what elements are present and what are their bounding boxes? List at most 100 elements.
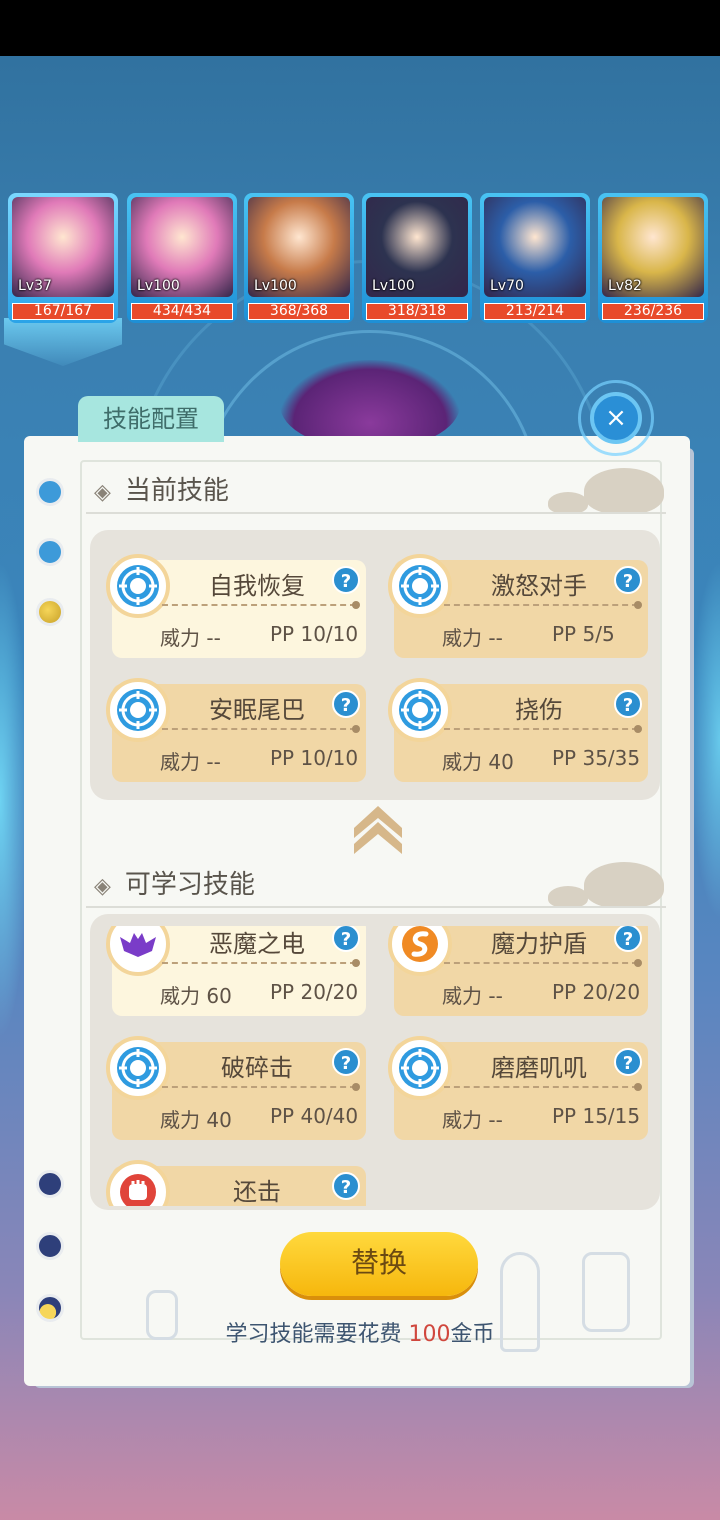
skill-power: 威力 -- bbox=[160, 750, 221, 774]
team-pet-card[interactable]: Lv100 368/368 bbox=[244, 193, 354, 323]
skill-pp: PP 35/35 bbox=[552, 746, 641, 770]
skill-divider bbox=[444, 725, 642, 733]
skill-card[interactable]: 还击? bbox=[106, 1160, 366, 1206]
blue-target-icon bbox=[115, 1045, 161, 1091]
team-pet-card[interactable]: Lv100 434/434 bbox=[127, 193, 237, 323]
skill-icon-frame bbox=[388, 926, 452, 976]
skill-divider bbox=[162, 1083, 360, 1091]
status-bar bbox=[0, 0, 720, 56]
help-icon[interactable]: ? bbox=[332, 690, 360, 718]
skill-name: 激怒对手 bbox=[491, 572, 587, 600]
skill-icon-frame bbox=[106, 678, 170, 742]
blue-target-icon bbox=[397, 1045, 443, 1091]
pet-card-frame: Lv100 368/368 bbox=[244, 193, 354, 323]
team-pet-card[interactable]: Lv70 213/214 bbox=[480, 193, 590, 323]
skill-divider bbox=[162, 601, 360, 609]
panel-tab-title: 技能配置 bbox=[78, 396, 224, 442]
diamond-chevron-icon: ◈ bbox=[94, 480, 111, 505]
help-icon[interactable]: ? bbox=[614, 1048, 642, 1076]
help-icon[interactable]: ? bbox=[332, 926, 360, 952]
skill-card[interactable]: 磨磨叽叽? 威力 -- PP 15/15 bbox=[388, 1036, 648, 1140]
skill-icon-frame bbox=[388, 1036, 452, 1100]
skill-card[interactable]: 挠伤? 威力 40 PP 35/35 bbox=[388, 678, 648, 782]
close-button[interactable]: × bbox=[590, 392, 642, 444]
section-divider bbox=[86, 512, 666, 514]
skill-pp: PP 40/40 bbox=[270, 1104, 359, 1128]
learn-cost-prefix: 学习技能需要花费 bbox=[225, 1322, 409, 1347]
peeking-eyes-decoration bbox=[548, 862, 664, 908]
skill-card[interactable]: 自我恢复? 威力 -- PP 10/10 bbox=[106, 554, 366, 658]
pet-level: Lv100 bbox=[254, 278, 297, 294]
skill-name: 安眠尾巴 bbox=[209, 696, 305, 724]
team-pet-card[interactable]: Lv82 236/236 bbox=[598, 193, 708, 323]
binder-ring bbox=[36, 1232, 64, 1260]
help-icon[interactable]: ? bbox=[614, 690, 642, 718]
skill-power: 威力 60 bbox=[160, 984, 232, 1008]
pet-level: Lv37 bbox=[18, 278, 52, 294]
skill-name: 恶魔之电 bbox=[209, 930, 305, 958]
pet-hp-bar: 368/368 bbox=[248, 303, 350, 320]
chevron-up-icon[interactable] bbox=[350, 796, 406, 856]
blue-target-icon bbox=[115, 563, 161, 609]
learnable-skills-title: 可学习技能 bbox=[124, 870, 255, 900]
pet-card-frame: Lv100 434/434 bbox=[127, 193, 237, 323]
learnable-skills-scroll[interactable]: 恶魔之电? 威力 60 PP 20/20 魔力护盾? 威力 -- PP 20/20 破碎击?… bbox=[90, 926, 660, 1206]
background-glow-right bbox=[690, 560, 720, 920]
skill-name: 磨磨叽叽 bbox=[491, 1054, 587, 1082]
skill-name: 自我恢复 bbox=[209, 572, 305, 600]
current-skills-heading: ◈ 当前技能 bbox=[94, 470, 229, 507]
skill-name: 魔力护盾 bbox=[491, 930, 587, 958]
pet-hp-bar: 213/214 bbox=[484, 303, 586, 320]
current-skills-title: 当前技能 bbox=[124, 476, 229, 506]
replace-button[interactable]: 替换 bbox=[280, 1232, 478, 1296]
blue-target-icon bbox=[115, 687, 161, 733]
help-icon[interactable]: ? bbox=[332, 1172, 360, 1200]
skill-power: 威力 -- bbox=[442, 1108, 503, 1132]
skill-power: 威力 -- bbox=[442, 984, 503, 1008]
skill-pp: PP 10/10 bbox=[270, 746, 359, 770]
pet-hp-bar: 236/236 bbox=[602, 303, 704, 320]
blue-target-icon bbox=[397, 563, 443, 609]
skill-power: 威力 40 bbox=[442, 750, 514, 774]
team-strip: Lv37 167/167 Lv100 434/434 Lv100 368/368 Lv100… bbox=[0, 185, 720, 345]
peeking-eyes-decoration bbox=[548, 468, 664, 514]
skill-divider bbox=[444, 959, 642, 967]
section-divider bbox=[86, 906, 666, 908]
team-pet-card[interactable]: Lv37 167/167 bbox=[8, 193, 118, 323]
skill-pp: PP 10/10 bbox=[270, 622, 359, 646]
skill-name: 破碎击 bbox=[221, 1054, 293, 1082]
pet-level: Lv100 bbox=[137, 278, 180, 294]
skill-name: 挠伤 bbox=[515, 696, 563, 724]
team-pet-card[interactable]: Lv100 318/318 bbox=[362, 193, 472, 323]
skill-divider bbox=[444, 601, 642, 609]
purple-bat-icon bbox=[115, 926, 161, 967]
skill-card[interactable]: 恶魔之电? 威力 60 PP 20/20 bbox=[106, 926, 366, 1016]
skill-divider bbox=[162, 959, 360, 967]
pet-card-frame: Lv37 167/167 bbox=[8, 193, 118, 323]
skill-card[interactable]: 魔力护盾? 威力 -- PP 20/20 bbox=[388, 926, 648, 1016]
pet-portrait: Lv100 bbox=[248, 197, 350, 297]
help-icon[interactable]: ? bbox=[614, 926, 642, 952]
pet-hp-bar: 318/318 bbox=[366, 303, 468, 320]
help-icon[interactable]: ? bbox=[332, 566, 360, 594]
learn-cost-suffix: 金币 bbox=[450, 1322, 495, 1347]
pet-portrait: Lv37 bbox=[12, 197, 114, 297]
skill-card[interactable]: 激怒对手? 威力 -- PP 5/5 bbox=[388, 554, 648, 658]
binder-ring bbox=[36, 478, 64, 506]
help-icon[interactable]: ? bbox=[332, 1048, 360, 1076]
help-icon[interactable]: ? bbox=[614, 566, 642, 594]
red-fist-icon bbox=[115, 1169, 161, 1206]
learnable-skills-heading: ◈ 可学习技能 bbox=[94, 864, 255, 901]
skill-divider bbox=[444, 1083, 642, 1091]
binder-ring bbox=[36, 1170, 64, 1198]
skill-icon-frame bbox=[106, 1036, 170, 1100]
skill-card[interactable]: 破碎击? 威力 40 PP 40/40 bbox=[106, 1036, 366, 1140]
pet-card-frame: Lv82 236/236 bbox=[598, 193, 708, 323]
binder-ring bbox=[36, 538, 64, 566]
skill-card[interactable]: 安眠尾巴? 威力 -- PP 10/10 bbox=[106, 678, 366, 782]
skill-divider bbox=[162, 725, 360, 733]
orange-swirl-icon bbox=[397, 926, 443, 967]
skill-icon-frame bbox=[106, 554, 170, 618]
skill-power: 威力 -- bbox=[442, 626, 503, 650]
skill-name: 还击 bbox=[233, 1178, 281, 1206]
